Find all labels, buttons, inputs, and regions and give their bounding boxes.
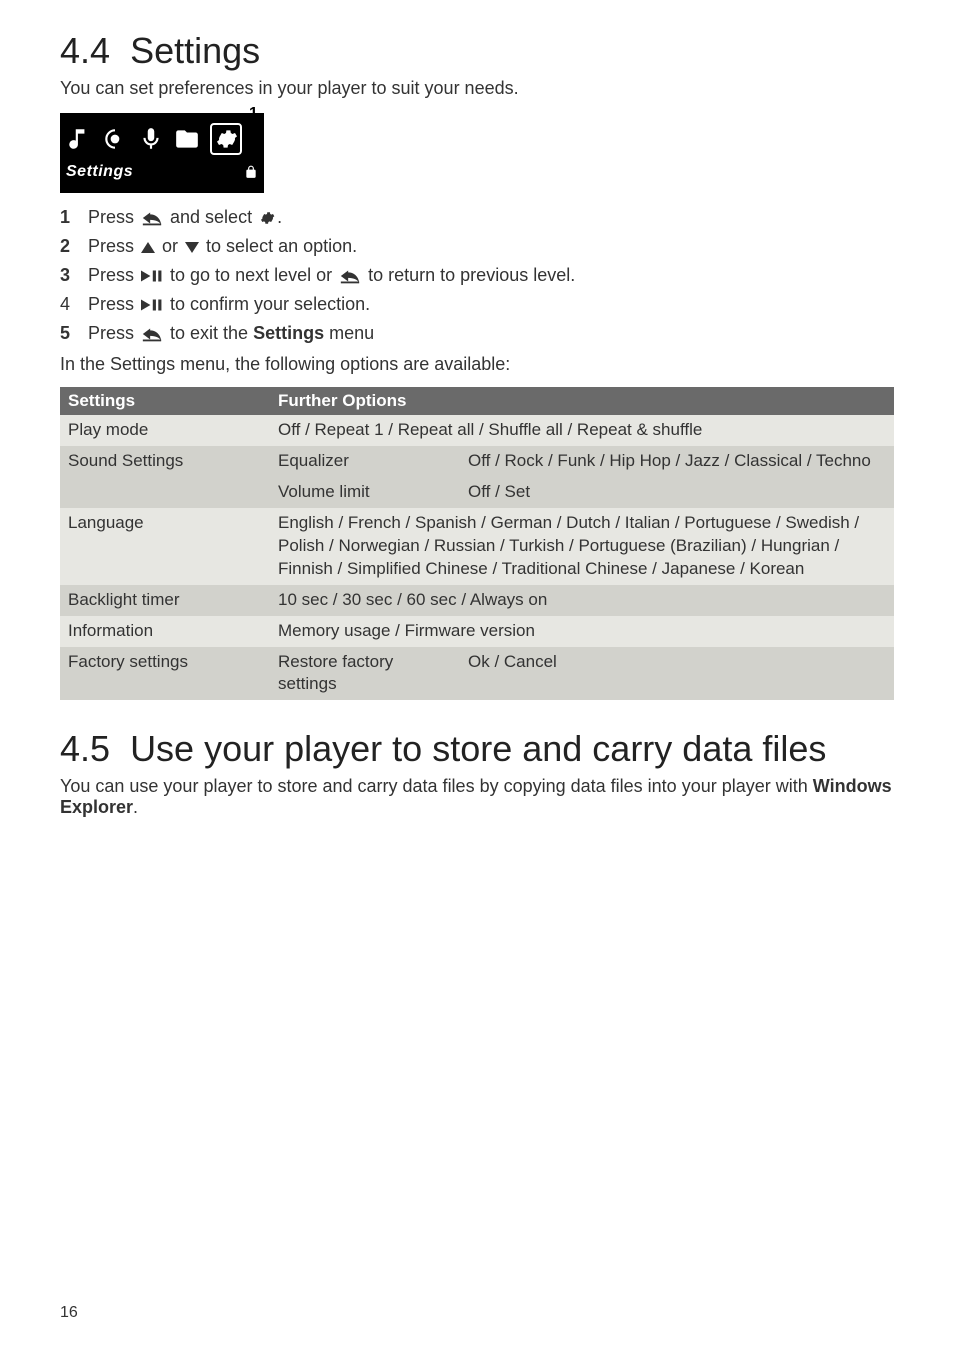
gear-icon [259, 210, 275, 226]
cell-setting: Information [60, 616, 270, 647]
settings-table: Settings Further Options Play modeOff / … [60, 387, 894, 700]
folder-icon [174, 126, 200, 152]
cell-options: Ok / Cancel [460, 647, 894, 701]
cell-setting: Sound Settings [60, 446, 270, 477]
section-number: 4.4 [60, 30, 110, 71]
cell-options: Off / Repeat 1 / Repeat all / Shuffle al… [270, 415, 894, 446]
cell-options: English / French / Spanish / German / Du… [270, 508, 894, 585]
device-icon-row [66, 121, 258, 157]
table-row: InformationMemory usage / Firmware versi… [60, 616, 894, 647]
step-item: 1 Press and select . [60, 207, 894, 228]
play-pause-icon [141, 298, 163, 312]
steps-list: 1 Press and select . 2 Press or to select a… [60, 207, 894, 344]
device-screenshot: 1 Settings [60, 113, 264, 193]
back-icon [141, 209, 163, 227]
cell-setting: Play mode [60, 415, 270, 446]
table-row: Backlight timer10 sec / 30 sec / 60 sec … [60, 585, 894, 616]
device-screen: Settings [60, 113, 264, 193]
cell-options: 10 sec / 30 sec / 60 sec / Always on [270, 585, 894, 616]
figure-marker-1: 1 [249, 105, 258, 123]
section-name-2: Use your player to store and carry data … [130, 728, 826, 769]
section-4-5: 4.5 Use your player to store and carry d… [60, 728, 894, 818]
cell-sub: Restore factory settings [270, 647, 460, 701]
th-settings: Settings [60, 387, 270, 415]
step-text: Press and select . [88, 207, 282, 228]
table-row: Sound SettingsEqualizerOff / Rock / Funk… [60, 446, 894, 477]
step-number: 1 [60, 207, 74, 228]
radio-icon [102, 126, 128, 152]
up-triangle-icon [141, 242, 155, 253]
step-item: 3 Press to go to next level or to return … [60, 265, 894, 286]
step-number: 4 [60, 294, 74, 315]
table-header-row: Settings Further Options [60, 387, 894, 415]
music-icon [66, 126, 92, 152]
section-4-4-title: 4.4 Settings [60, 30, 894, 72]
section-4-4-intro: You can set preferences in your player t… [60, 78, 894, 99]
play-pause-icon [141, 269, 163, 283]
cell-setting [60, 477, 270, 508]
lock-icon [244, 164, 258, 180]
table-row: LanguageEnglish / French / Spanish / Ger… [60, 508, 894, 585]
table-row: Factory settingsRestore factory settings… [60, 647, 894, 701]
figure-marker-tick [253, 125, 255, 135]
th-further-options: Further Options [270, 387, 894, 415]
mic-icon [138, 126, 164, 152]
table-row: Volume limitOff / Set [60, 477, 894, 508]
step-item: 4 Press to confirm your selection. [60, 294, 894, 315]
step-text: Press to go to next level or to return t… [88, 265, 575, 286]
page-number: 16 [60, 1304, 78, 1322]
step-text: Press or to select an option. [88, 236, 357, 257]
cell-setting: Factory settings [60, 647, 270, 701]
section-4-5-title: 4.5 Use your player to store and carry d… [60, 728, 894, 770]
settings-context: In the Settings menu, the following opti… [60, 354, 894, 375]
section-name: Settings [130, 30, 260, 71]
cell-options: Off / Rock / Funk / Hip Hop / Jazz / Cla… [460, 446, 894, 477]
cell-options: Memory usage / Firmware version [270, 616, 894, 647]
step-item: 5 Press to exit the Settings menu [60, 323, 894, 344]
table-row: Play modeOff / Repeat 1 / Repeat all / S… [60, 415, 894, 446]
step-item: 2 Press or to select an option. [60, 236, 894, 257]
device-label-row: Settings [66, 163, 258, 181]
cell-sub: Volume limit [270, 477, 460, 508]
back-icon [339, 267, 361, 285]
step-number: 5 [60, 323, 74, 344]
step-text: Press to exit the Settings menu [88, 323, 374, 344]
section-number-2: 4.5 [60, 728, 110, 769]
cell-options: Off / Set [460, 477, 894, 508]
back-icon [141, 325, 163, 343]
device-settings-label: Settings [66, 163, 133, 181]
step-number: 2 [60, 236, 74, 257]
gear-icon [214, 127, 238, 151]
cell-setting: Backlight timer [60, 585, 270, 616]
cell-setting: Language [60, 508, 270, 585]
down-triangle-icon [185, 242, 199, 253]
step-number: 3 [60, 265, 74, 286]
step-text: Press to confirm your selection. [88, 294, 370, 315]
cell-sub: Equalizer [270, 446, 460, 477]
gear-icon-selected [210, 123, 242, 155]
section-4-5-body: You can use your player to store and car… [60, 776, 894, 818]
